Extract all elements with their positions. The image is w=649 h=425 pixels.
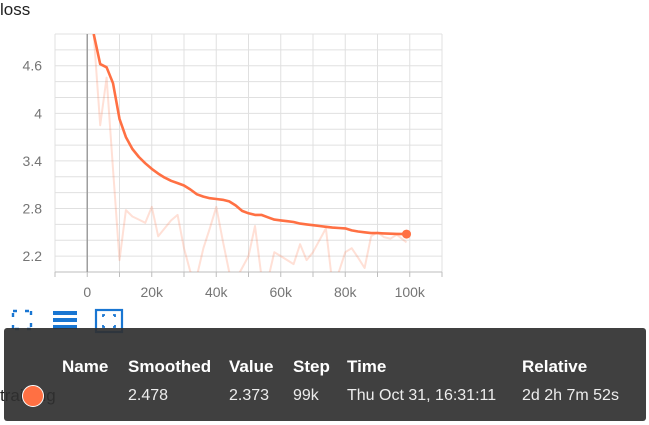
raw-value: 2.373 — [229, 387, 270, 404]
col-name: Name — [62, 357, 109, 376]
y-tick-label: 4.6 — [23, 58, 43, 74]
relative-value: 2d 2h 7m 52s — [522, 387, 619, 404]
x-tick-label: 60k — [269, 284, 293, 300]
col-relative: Relative — [522, 357, 588, 376]
hover-point — [402, 229, 412, 239]
x-tick-label: 0 — [83, 284, 91, 300]
col-smoothed: Smoothed — [128, 357, 212, 376]
chart-series — [92, 34, 412, 272]
series-group — [92, 34, 408, 272]
loss-chart[interactable]: 0 20k 40k 60k 80k 100k 2.2 2.8 3.4 4 4.6 — [0, 0, 649, 305]
tooltip-card: Name Smoothed Value Step Time Relative 2… — [4, 328, 646, 421]
y-tick-label: 4 — [34, 105, 42, 121]
run-color-swatch — [22, 385, 44, 407]
col-time: Time — [347, 357, 387, 376]
x-tick-label: 20k — [140, 284, 164, 300]
y-tick-label: 2.2 — [23, 248, 43, 264]
x-tick-label: 40k — [205, 284, 229, 300]
smoothed-value: 2.478 — [128, 387, 169, 404]
step-value: 99k — [293, 387, 319, 404]
x-tick-label: 80k — [334, 284, 358, 300]
y-tick-label: 2.8 — [23, 201, 43, 217]
smoothed-line — [92, 34, 407, 236]
x-tick-label: 100k — [395, 284, 426, 300]
col-value: Value — [229, 357, 274, 376]
time-value: Thu Oct 31, 16:31:11 — [347, 387, 497, 404]
y-tick-label: 3.4 — [23, 153, 43, 169]
col-step: Step — [293, 357, 330, 376]
